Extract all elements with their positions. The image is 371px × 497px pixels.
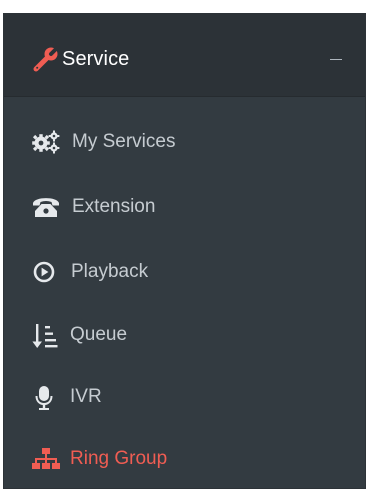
sidebar-item-label: Extension <box>72 196 156 217</box>
sort-list-icon <box>32 323 58 348</box>
sidebar-item-label: Ring Group <box>70 448 168 469</box>
sidebar-item-ivr[interactable]: IVR <box>4 374 365 422</box>
wrench-icon <box>32 45 60 73</box>
play-circle-icon <box>32 260 56 284</box>
sidebar-item-label: Queue <box>70 324 128 345</box>
gears-icon <box>32 130 60 154</box>
minus-icon[interactable] <box>322 43 346 75</box>
phone-icon <box>32 195 59 219</box>
section-title: Service <box>62 48 130 70</box>
sidebar-item-my-services[interactable]: My Services <box>4 119 365 167</box>
microphone-icon <box>32 385 56 410</box>
sidebar-item-label: My Services <box>72 131 176 152</box>
sidebar-item-extension[interactable]: Extension <box>4 184 365 232</box>
sidebar-item-ring-group[interactable]: Ring Group <box>4 436 365 484</box>
sitemap-icon <box>32 447 60 471</box>
service-section-header[interactable]: Service <box>4 14 365 97</box>
sidebar-item-playback[interactable]: Playback <box>4 249 365 297</box>
sidebar-item-queue[interactable]: Queue <box>4 312 365 360</box>
sidebar-item-label: Playback <box>71 261 149 282</box>
sidebar-item-label: IVR <box>70 386 102 407</box>
sidebar-panel: Service My Services Extension Playback Q… <box>4 14 365 488</box>
